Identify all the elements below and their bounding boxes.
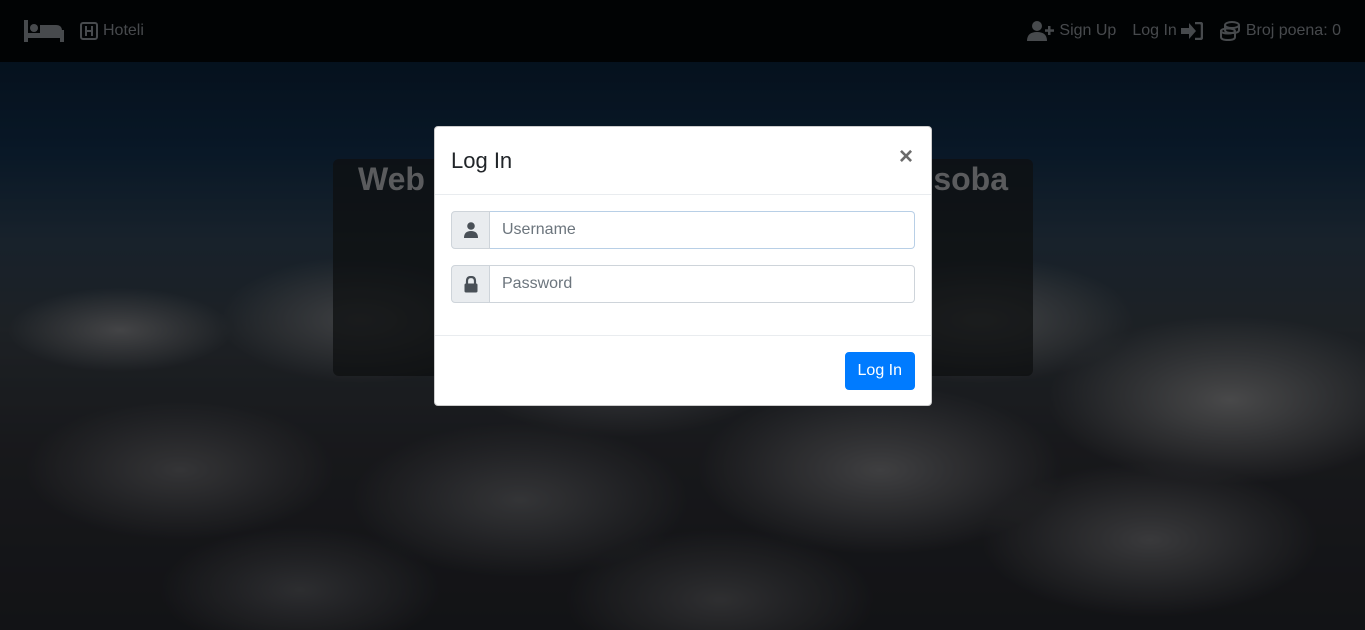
- login-modal: Log In × Log In: [434, 126, 932, 406]
- username-input[interactable]: [490, 211, 915, 249]
- login-submit-button[interactable]: Log In: [844, 352, 915, 390]
- lock-icon: [451, 265, 490, 303]
- password-group: [451, 265, 915, 303]
- password-input[interactable]: [490, 265, 915, 303]
- modal-footer: Log In: [435, 336, 931, 406]
- modal-header: Log In ×: [435, 127, 931, 195]
- modal-title: Log In: [451, 147, 513, 173]
- modal-body: [435, 195, 931, 336]
- username-group: [451, 211, 915, 249]
- user-icon: [451, 211, 490, 249]
- close-button[interactable]: ×: [897, 145, 915, 171]
